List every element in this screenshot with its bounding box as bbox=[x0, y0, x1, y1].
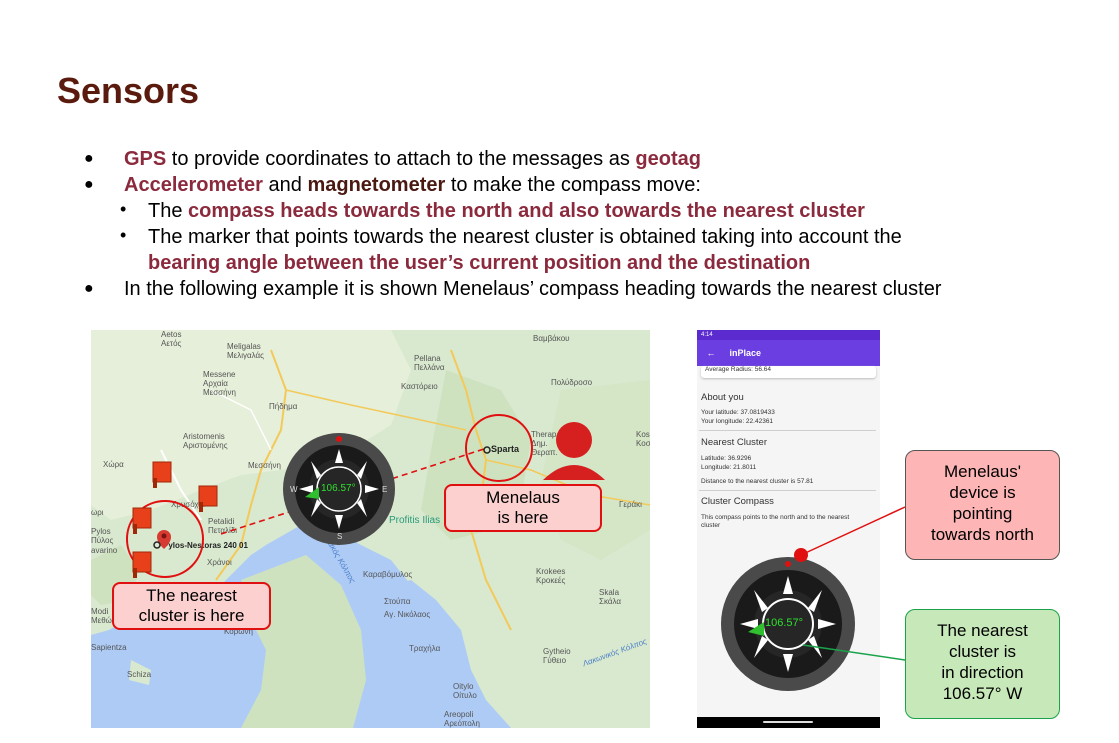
callout-cluster: The nearest cluster is here bbox=[112, 582, 271, 630]
bullet-sensors: Accelerometer and magnetometer to make t… bbox=[84, 172, 1100, 198]
map-compass-value: 106.57° bbox=[321, 483, 356, 494]
callout-cluster-text: The nearest cluster is here bbox=[138, 586, 245, 625]
nav-bar bbox=[697, 717, 880, 728]
callout-menelaus: Menelaus is here bbox=[444, 484, 602, 532]
bearing-text: bearing angle between the user’s current… bbox=[148, 252, 811, 274]
subbullet-marker: The marker that points towards the neare… bbox=[90, 222, 1100, 276]
note-direction-text: The nearest cluster is in direction 106.… bbox=[937, 621, 1028, 703]
example-text: In the following example it is shown Men… bbox=[124, 278, 942, 300]
note-direction: The nearest cluster is in direction 106.… bbox=[905, 609, 1060, 719]
map-compass-s: S bbox=[337, 532, 343, 541]
callout-menelaus-text: Menelaus is here bbox=[486, 488, 560, 527]
map-compass-e: E bbox=[382, 485, 388, 494]
gps-term: GPS bbox=[124, 148, 167, 170]
phone-compass bbox=[721, 557, 855, 691]
phone-compass-value: 106.57° bbox=[765, 617, 804, 629]
cluster-flag-2 bbox=[198, 485, 218, 512]
phone-screen: 4:14 ← inPlace Average Radius: 56.64 Abo… bbox=[697, 330, 880, 728]
marker-text: The marker that points towards the neare… bbox=[148, 226, 902, 248]
note-north: Menelaus' device is pointing towards nor… bbox=[905, 450, 1060, 560]
user-person-icon bbox=[543, 422, 605, 480]
user-circle bbox=[465, 414, 533, 482]
bullet-gps: GPS to provide coordinates to attach to … bbox=[84, 146, 1100, 172]
geotag-term: geotag bbox=[635, 148, 701, 170]
note-north-text: Menelaus' device is pointing towards nor… bbox=[931, 462, 1034, 544]
bullet-example: In the following example it is shown Men… bbox=[84, 276, 1100, 302]
compass-heads-text: compass heads towards the north and also… bbox=[188, 200, 865, 222]
gps-text: to provide coordinates to attach to the … bbox=[166, 148, 636, 170]
subbullet-compass-lead: The bbox=[148, 200, 189, 222]
magnetometer-term: magnetometer bbox=[307, 174, 446, 196]
compass-move-text: to make the compass move: bbox=[445, 174, 701, 196]
cluster-flag-1 bbox=[152, 461, 172, 488]
slide-title: Sensors bbox=[57, 70, 200, 111]
and-text: and bbox=[262, 174, 308, 196]
bullet-list: GPS to provide coordinates to attach to … bbox=[84, 146, 1100, 302]
subbullet-compass: The compass heads towards the north and … bbox=[90, 196, 1100, 224]
map-view[interactable]: Aetos Αετός Meligalas Μελιγαλάς Messene … bbox=[91, 330, 650, 728]
sparta-dot bbox=[483, 446, 491, 454]
accelerometer-term: Accelerometer bbox=[124, 174, 263, 196]
cluster-flag-3 bbox=[132, 507, 152, 534]
home-indicator[interactable] bbox=[763, 721, 813, 723]
map-compass-w: W bbox=[290, 485, 298, 494]
